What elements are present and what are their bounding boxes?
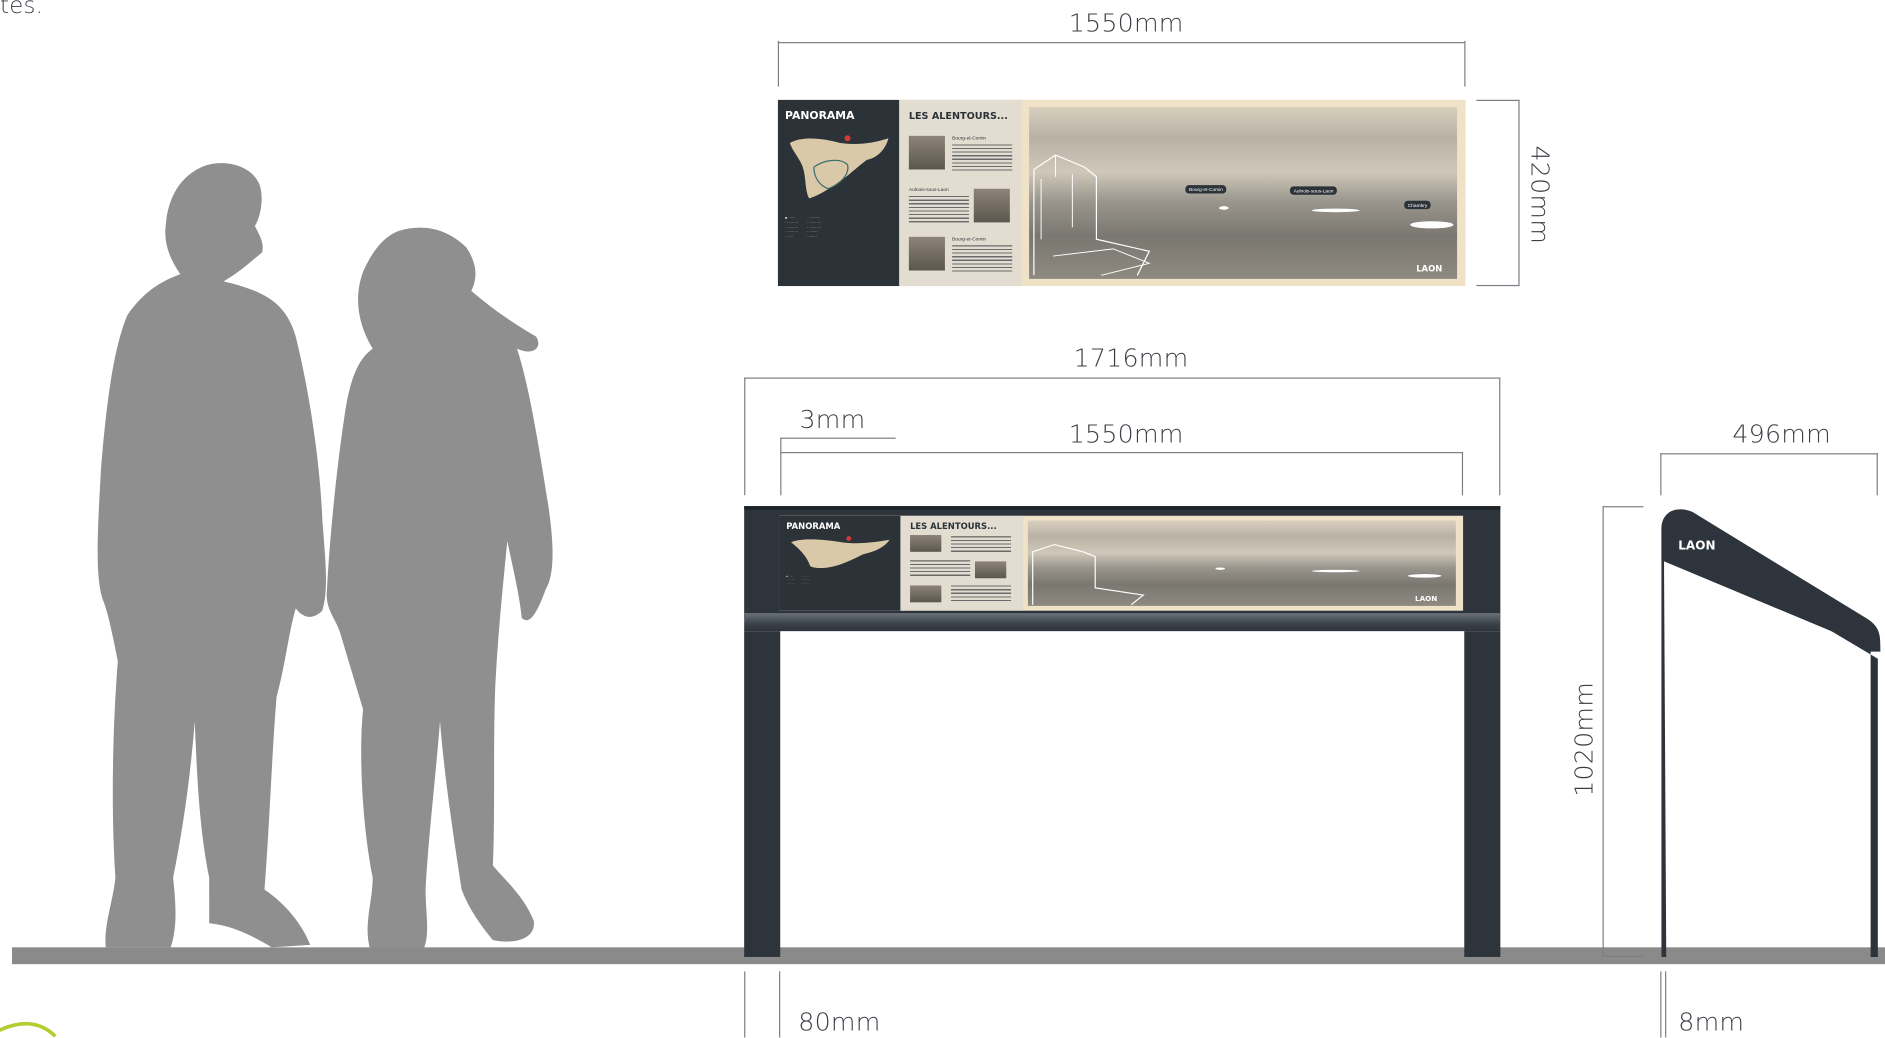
dim-line (777, 40, 780, 87)
dim-line (1518, 99, 1520, 287)
place-text (952, 144, 1013, 171)
dim-line (779, 971, 781, 1038)
dim-line (744, 971, 746, 1038)
panel-title-left: PANORAMA (786, 521, 841, 532)
frame-left-post (744, 631, 781, 957)
place-thumbnail (908, 236, 945, 271)
panorama-photo: Bourg-et-Comin Aulnois-sous-Laon Chambry… (1029, 106, 1458, 279)
panel-mid-section: LES ALENTOURS... Bourg-et-Comin Aulnois-… (899, 99, 1022, 287)
panel-logo: LAON (1416, 264, 1443, 275)
dim-line (1660, 453, 1878, 455)
panel-title-left: PANORAMA (785, 110, 855, 123)
dim-line (1461, 452, 1464, 496)
dim-post-width: 80mm (798, 1007, 881, 1037)
dim-line (780, 437, 782, 496)
panel-left-section: PANORAMA ■ ······ · ········ · ········· … (777, 99, 900, 287)
place-name: Aulnois-sous-Laon (908, 186, 949, 193)
place-text (950, 585, 1012, 603)
place-thumbnail (973, 188, 1010, 223)
dim-line (780, 437, 896, 439)
dim-line (1660, 453, 1662, 496)
map-legend: ■ ······ · ········ · ········· · ·······… (785, 215, 822, 240)
man-silhouette (97, 163, 326, 948)
elevation-drawing: tes. 1550mm 420mm PANORAMA ■ ······ · ··… (0, 0, 1885, 1038)
dim-line (744, 377, 746, 496)
panel-artwork-installed: PANORAMA ■ ······· · ········· · ········… (779, 515, 1464, 611)
dim-line (1499, 377, 1501, 496)
dim-top-width: 1550mm (1068, 8, 1184, 38)
dim-line (1602, 506, 1604, 957)
map-icon (791, 536, 890, 569)
dim-line (1464, 40, 1466, 87)
place-name: Bourg-et-Comin (952, 235, 987, 242)
map-legend: ■ ······· · ········· · ········· · ·····… (786, 575, 810, 586)
dim-line (1602, 506, 1644, 508)
dim-line (777, 42, 1466, 44)
place-name: Bourg-et-Comin (952, 134, 987, 141)
dim-panel-width: 1550mm (1068, 419, 1184, 449)
panel-mid-section: LES ALENTOURS... (900, 515, 1024, 611)
side-profile (1661, 509, 1881, 957)
panel-title-mid: LES ALENTOURS... (910, 521, 997, 532)
panorama-linework (1033, 154, 1454, 276)
photo-tag: Chambry (1404, 200, 1431, 210)
dim-total-width: 1716mm (1073, 343, 1189, 373)
corner-arc-decoration (0, 1021, 57, 1038)
dim-edge-gap: 3mm (799, 405, 866, 434)
place-thumbnail (974, 561, 1007, 579)
dim-line (1602, 955, 1644, 957)
dim-top-height: 420mm (1525, 145, 1555, 245)
dim-line (744, 377, 1501, 379)
place-text (952, 245, 1013, 272)
dim-side-thickness: 8mm (1678, 1007, 1745, 1037)
frame-crossbar (744, 613, 1501, 632)
place-text (950, 536, 1012, 554)
dim-line (1660, 971, 1662, 1038)
dim-line (1876, 453, 1878, 496)
side-logo: LAON (1678, 539, 1716, 554)
dim-line (780, 452, 1464, 454)
dim-side-depth: 496mm (1732, 419, 1831, 449)
place-thumbnail (910, 534, 942, 552)
dim-line (1476, 284, 1520, 287)
panel-title-mid: LES ALENTOURS... (908, 110, 1008, 122)
place-thumbnail (910, 585, 942, 603)
panorama-linework (1032, 543, 1442, 606)
dim-line (1476, 99, 1520, 101)
caption-fragment: tes. (0, 0, 44, 20)
panel-left-section: PANORAMA ■ ······· · ········· · ········… (779, 515, 901, 611)
place-thumbnail (908, 135, 945, 170)
photo-tag: Aulnois-sous-Laon (1289, 186, 1338, 195)
place-text (908, 195, 969, 223)
panel-logo: LAON (1414, 595, 1438, 604)
woman-silhouette (326, 227, 553, 950)
map-icon (789, 135, 889, 199)
frame-right-post (1464, 631, 1501, 957)
dim-line (1665, 971, 1667, 1038)
dim-height: 1020mm (1569, 681, 1599, 797)
human-silhouettes (97, 163, 553, 950)
place-text (910, 560, 971, 578)
photo-tag: Bourg-et-Comin (1185, 185, 1227, 194)
panorama-photo: LAON (1027, 520, 1456, 606)
panel-artwork: PANORAMA ■ ······ · ········ · ········· … (777, 99, 1466, 287)
